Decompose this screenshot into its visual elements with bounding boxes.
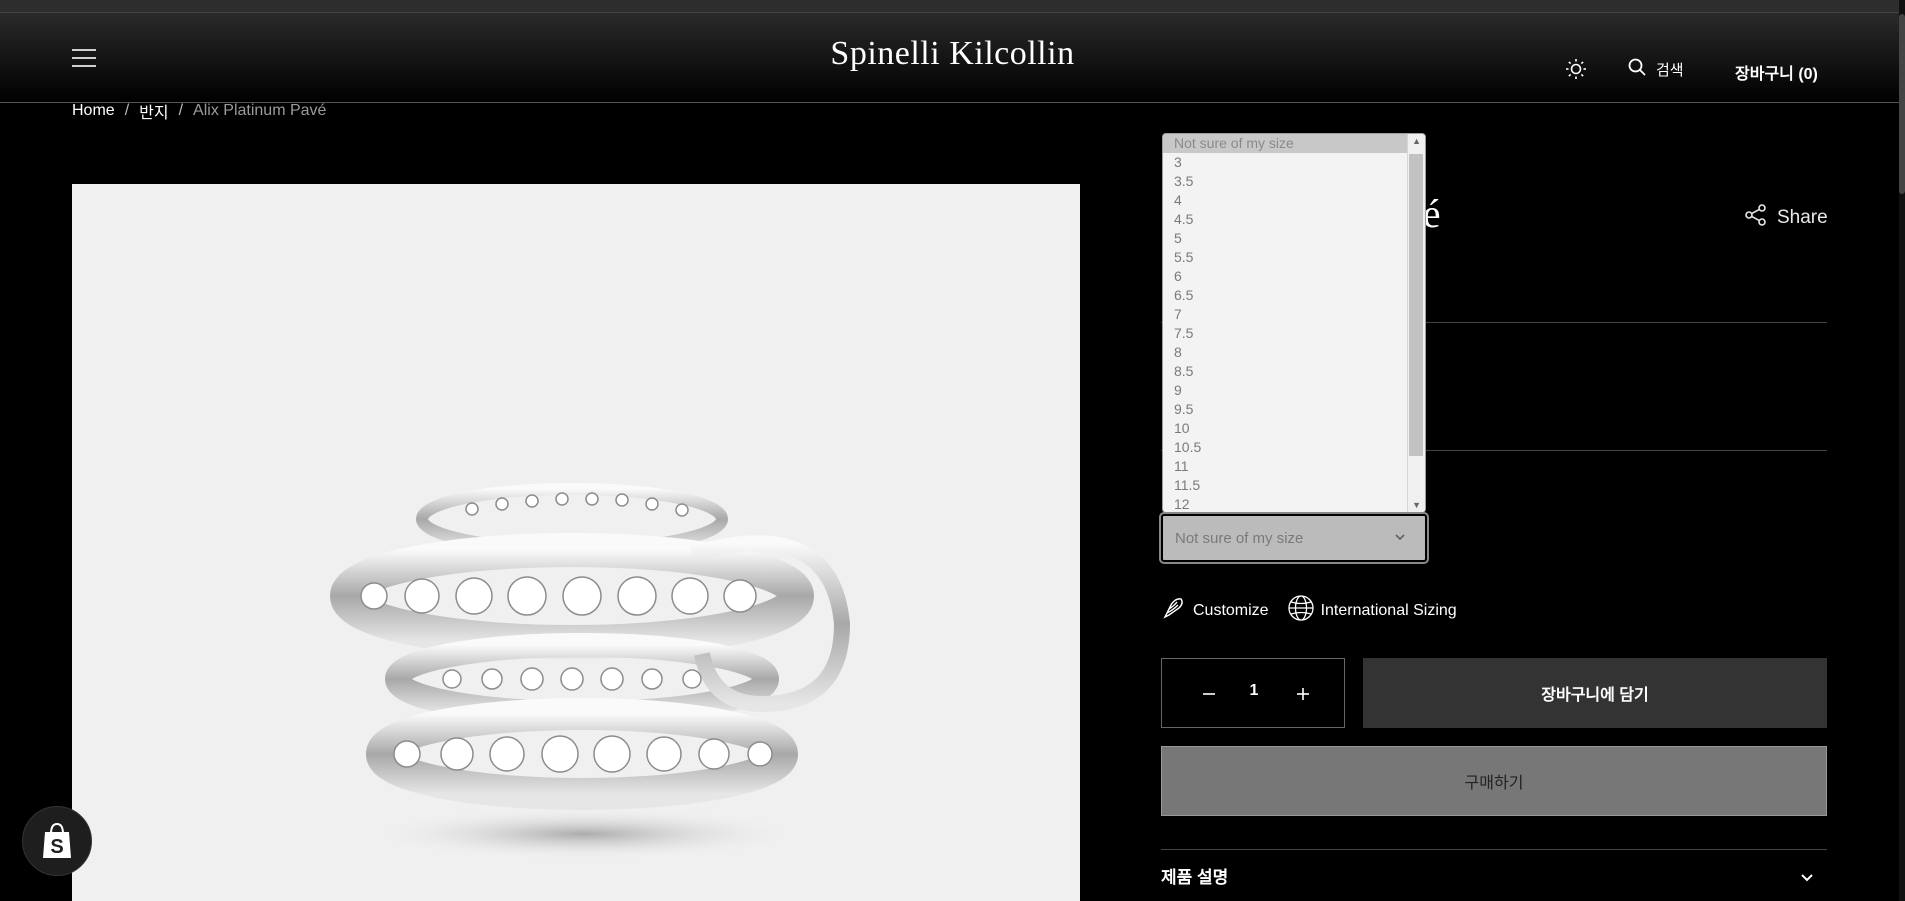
quantity-stepper: 1	[1161, 658, 1345, 728]
globe-icon	[1287, 594, 1315, 627]
breadcrumb-current: Alix Platinum Pavé	[193, 102, 327, 119]
cart-link[interactable]: 장바구니 (0)	[1735, 60, 1818, 84]
share-label: Share	[1777, 207, 1828, 228]
size-option[interactable]: 8.5	[1163, 362, 1408, 381]
buy-now-button[interactable]: 구매하기	[1161, 746, 1827, 816]
size-option[interactable]: 10	[1163, 419, 1408, 438]
size-option[interactable]: Not sure of my size	[1163, 134, 1408, 153]
quantity-value[interactable]: 1	[1246, 682, 1262, 700]
minus-icon[interactable]	[1200, 685, 1218, 703]
size-option[interactable]: 8	[1163, 343, 1408, 362]
shopify-bag-icon[interactable]: S	[22, 806, 92, 876]
size-select[interactable]: Not sure of my size	[1159, 512, 1429, 564]
page-scrollbar-thumb[interactable]	[1899, 14, 1905, 194]
scroll-down-arrow-icon[interactable]: ▼	[1412, 500, 1421, 510]
size-option[interactable]: 9	[1163, 381, 1408, 400]
size-option[interactable]: 12	[1163, 495, 1408, 512]
breadcrumb-category[interactable]: 반지	[139, 99, 168, 123]
size-select-value: Not sure of my size	[1175, 529, 1304, 547]
size-option[interactable]: 3	[1163, 153, 1408, 172]
scroll-up-arrow-icon[interactable]: ▲	[1412, 136, 1421, 146]
customize-label: Customize	[1193, 601, 1269, 619]
product-option-links: Customize International Sizing	[1161, 594, 1475, 627]
size-option[interactable]: 10.5	[1163, 438, 1408, 457]
customize-link[interactable]: Customize	[1161, 595, 1269, 626]
svg-text:S: S	[50, 836, 63, 858]
breadcrumb-home[interactable]: Home	[72, 102, 115, 120]
search-button[interactable]: 검색	[1628, 58, 1684, 80]
size-option[interactable]: 11.5	[1163, 476, 1408, 495]
browser-top-strip	[0, 0, 1905, 13]
plus-icon[interactable]	[1294, 685, 1312, 703]
size-option[interactable]: 3.5	[1163, 172, 1408, 191]
share-button[interactable]: Share	[1745, 204, 1828, 232]
international-sizing-link[interactable]: International Sizing	[1287, 594, 1457, 627]
size-option[interactable]: 11	[1163, 457, 1408, 476]
page-scrollbar[interactable]	[1899, 0, 1905, 901]
international-sizing-label: International Sizing	[1320, 601, 1457, 619]
size-option[interactable]: 7.5	[1163, 324, 1408, 343]
search-icon	[1628, 58, 1646, 80]
size-option[interactable]: 4.5	[1163, 210, 1408, 229]
ring-stack-illustration	[330, 483, 851, 860]
size-option[interactable]: 5	[1163, 229, 1408, 248]
customize-icon	[1161, 595, 1187, 626]
chevron-down-icon	[1393, 530, 1407, 548]
scrollbar-thumb[interactable]	[1409, 154, 1423, 456]
chevron-down-icon	[1799, 870, 1815, 891]
breadcrumb-separator: /	[124, 102, 130, 119]
search-label: 검색	[1656, 61, 1684, 79]
sun-icon[interactable]	[1565, 58, 1587, 80]
size-option[interactable]: 7	[1163, 305, 1408, 324]
product-image[interactable]	[72, 184, 1080, 901]
size-option[interactable]: 9.5	[1163, 400, 1408, 419]
size-options-listbox[interactable]: Not sure of my size 3 3.5 4 4.5 5 5.5 6 6.5 7 7.5 8…	[1162, 133, 1426, 513]
size-option[interactable]: 5.5	[1163, 248, 1408, 267]
size-option[interactable]: 6.5	[1163, 286, 1408, 305]
size-option[interactable]: 6	[1163, 267, 1408, 286]
breadcrumb-separator: /	[178, 102, 184, 119]
add-to-cart-button[interactable]: 장바구니에 담기	[1363, 658, 1827, 728]
site-header: Spinelli Kilcollin 검색 장바구니 (0)	[0, 13, 1905, 103]
site-logo[interactable]: Spinelli Kilcollin	[0, 35, 1905, 73]
listbox-scrollbar[interactable]: ▲ ▼	[1407, 134, 1425, 512]
breadcrumb: Home / 반지 / Alix Platinum Pavé	[72, 99, 326, 123]
product-description-accordion[interactable]: 제품 설명	[1161, 849, 1827, 901]
share-icon	[1745, 204, 1767, 232]
accordion-label: 제품 설명	[1161, 868, 1229, 887]
size-option[interactable]: 4	[1163, 191, 1408, 210]
